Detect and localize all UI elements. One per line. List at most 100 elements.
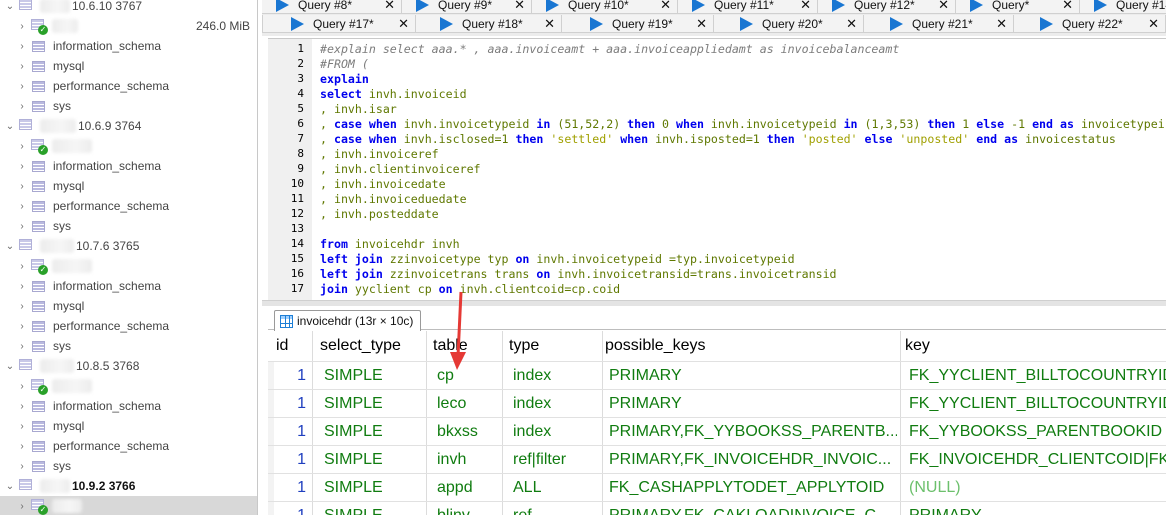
chevron-right-icon[interactable]: › <box>16 76 28 96</box>
cell-select-type[interactable]: SIMPLE <box>324 474 424 502</box>
database-node[interactable]: › mysql <box>0 296 257 316</box>
chevron-right-icon[interactable]: › <box>16 96 28 116</box>
close-icon[interactable]: ✕ <box>660 0 671 13</box>
cell-type[interactable]: ALL <box>513 474 603 502</box>
chevron-right-icon[interactable]: › <box>16 416 28 436</box>
chevron-right-icon[interactable]: › <box>16 216 28 236</box>
close-icon[interactable]: ✕ <box>846 16 857 32</box>
tab-query[interactable]: Query #8* ✕ <box>262 0 402 14</box>
database-node[interactable]: › sys <box>0 216 257 236</box>
close-icon[interactable]: ✕ <box>938 0 949 13</box>
cell-select-type[interactable]: SIMPLE <box>324 502 424 515</box>
close-icon[interactable]: ✕ <box>800 0 811 13</box>
chevron-right-icon[interactable]: › <box>16 436 28 456</box>
chevron-right-icon[interactable]: › <box>16 176 28 196</box>
cell-select-type[interactable]: SIMPLE <box>324 446 424 474</box>
database-node[interactable]: › mysql <box>0 56 257 76</box>
database-node[interactable]: › sys <box>0 96 257 116</box>
chevron-right-icon[interactable]: › <box>16 376 28 396</box>
cell-key[interactable]: (NULL) <box>909 474 1166 502</box>
connection-node[interactable]: ⌄ 10.7.6 3765 <box>0 236 257 256</box>
cell-possible-keys[interactable]: PRIMARY <box>609 390 897 418</box>
cell-possible-keys[interactable]: PRIMARY <box>609 362 897 390</box>
chevron-right-icon[interactable]: › <box>16 16 28 36</box>
cell-type[interactable]: ref|filter <box>513 446 603 474</box>
chevron-right-icon[interactable]: › <box>16 56 28 76</box>
chevron-right-icon[interactable]: › <box>16 196 28 216</box>
database-node[interactable]: › ✓ <box>0 256 257 276</box>
tab-query[interactable]: Query #22* ✕ <box>1014 15 1166 33</box>
cell-type[interactable]: index <box>513 362 603 390</box>
chevron-right-icon[interactable]: › <box>16 296 28 316</box>
cell-possible-keys[interactable]: PRIMARY,FK_CAKLOADINVOICE_C... <box>609 502 897 515</box>
cell-possible-keys[interactable]: PRIMARY,FK_YYBOOKSS_PARENTB... <box>609 418 897 446</box>
database-tree-sidebar[interactable]: ⌄ 10.6.10 3767 › ✓ 246.0 MiB › informatio… <box>0 0 258 515</box>
database-node[interactable]: › mysql <box>0 416 257 436</box>
close-icon[interactable]: ✕ <box>384 0 395 13</box>
tab-query[interactable]: Query #9* ✕ <box>402 0 532 14</box>
sql-editor[interactable]: 1 2 3 4 5 6 7 8 9 10 11 12 13 14 15 16 1… <box>268 38 1166 300</box>
tab-query[interactable]: Query #18* ✕ <box>416 15 562 33</box>
tab-query[interactable]: Query #10* ✕ <box>532 0 678 14</box>
database-node[interactable]: › information_schema <box>0 396 257 416</box>
cell-possible-keys[interactable]: FK_CASHAPPLYTODET_APPLYTOID <box>609 474 897 502</box>
chevron-down-icon[interactable]: ⌄ <box>4 0 16 16</box>
database-node[interactable]: › ✓ <box>0 376 257 396</box>
chevron-down-icon[interactable]: ⌄ <box>4 116 16 136</box>
result-grid[interactable]: id select_type table type possible_keys … <box>268 331 1166 515</box>
database-node[interactable]: › ✓ 246.0 MiB <box>0 16 257 36</box>
chevron-right-icon[interactable]: › <box>16 136 28 156</box>
column-separator[interactable] <box>502 331 503 515</box>
tab-query[interactable]: Query #11* ✕ <box>678 0 818 14</box>
chevron-right-icon[interactable]: › <box>16 36 28 56</box>
connection-node-active[interactable]: ⌄ 10.9.2 3766 <box>0 476 257 496</box>
cell-table[interactable]: cp <box>437 362 501 390</box>
chevron-down-icon[interactable]: ⌄ <box>4 476 16 496</box>
database-node[interactable]: › ✓ <box>0 136 257 156</box>
database-node[interactable]: › information_schema <box>0 156 257 176</box>
database-node[interactable]: › performance_schema <box>0 196 257 216</box>
tab-query[interactable]: Query* ✕ <box>956 0 1080 14</box>
cell-id[interactable]: 1 <box>276 362 306 390</box>
close-icon[interactable]: ✕ <box>514 0 525 13</box>
close-icon[interactable]: ✕ <box>544 16 555 32</box>
close-icon[interactable]: ✕ <box>996 16 1007 32</box>
cell-table[interactable]: invh <box>437 446 501 474</box>
cell-table[interactable]: appd <box>437 474 501 502</box>
cell-select-type[interactable]: SIMPLE <box>324 362 424 390</box>
cell-type[interactable]: index <box>513 418 603 446</box>
cell-id[interactable]: 1 <box>276 418 306 446</box>
column-header-table[interactable]: table <box>433 331 468 361</box>
tab-query[interactable]: Query #17* ✕ <box>262 15 416 33</box>
column-header-key[interactable]: key <box>905 331 930 361</box>
cell-key[interactable]: FK_YYCLIENT_BILLTOCOUNTRYID <box>909 390 1166 418</box>
column-separator[interactable] <box>312 331 313 515</box>
close-icon[interactable]: ✕ <box>1062 0 1073 13</box>
chevron-right-icon[interactable]: › <box>16 156 28 176</box>
cell-id[interactable]: 1 <box>276 502 306 515</box>
column-separator[interactable] <box>426 331 427 515</box>
tab-query[interactable]: Query #12* ✕ <box>818 0 956 14</box>
chevron-down-icon[interactable]: ⌄ <box>4 236 16 256</box>
chevron-right-icon[interactable]: › <box>16 316 28 336</box>
tab-query[interactable]: Query #19* ✕ <box>562 15 714 33</box>
database-node[interactable]: › performance_schema <box>0 316 257 336</box>
cell-id[interactable]: 1 <box>276 446 306 474</box>
tab-query[interactable]: Query #20* ✕ <box>714 15 864 33</box>
cell-type[interactable]: ref <box>513 502 603 515</box>
tab-query[interactable]: Query #14* <box>1080 0 1166 14</box>
connection-node[interactable]: ⌄ 10.6.9 3764 <box>0 116 257 136</box>
cell-table[interactable]: leco <box>437 390 501 418</box>
column-separator[interactable] <box>900 331 901 515</box>
column-header-type[interactable]: type <box>509 331 539 361</box>
close-icon[interactable]: ✕ <box>1148 16 1159 32</box>
cell-key[interactable]: PRIMARY <box>909 502 1166 515</box>
chevron-right-icon[interactable]: › <box>16 256 28 276</box>
cell-key[interactable]: FK_INVOICEHDR_CLIENTCOID|FK <box>909 446 1166 474</box>
connection-node[interactable]: ⌄ 10.6.10 3767 <box>0 0 257 16</box>
cell-id[interactable]: 1 <box>276 474 306 502</box>
database-node[interactable]: › information_schema <box>0 36 257 56</box>
close-icon[interactable]: ✕ <box>398 16 409 32</box>
database-node[interactable]: › mysql <box>0 176 257 196</box>
cell-type[interactable]: index <box>513 390 603 418</box>
